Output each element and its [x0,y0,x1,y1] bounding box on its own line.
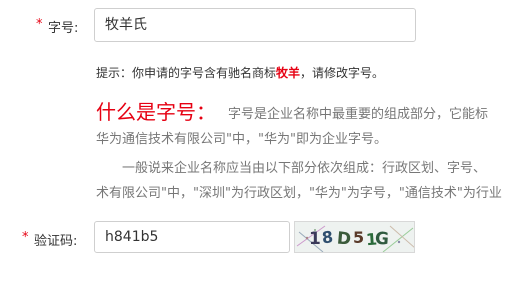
captcha-image-graphic: 1 8 D 5 1 G [295,222,414,252]
svg-text:1: 1 [309,229,321,249]
captcha-input[interactable]: h841b5 [94,221,290,253]
whatis-title: 什么是字号： [96,100,216,124]
hint-suffix: ，请修改字号。 [300,66,385,80]
svg-text:5: 5 [353,228,364,247]
captcha-image[interactable]: 1 8 D 5 1 G [294,221,415,253]
explanation-line-1: 字号是企业名称中最重要的组成部分，它能标 [228,107,489,122]
captcha-field-label: 验证码: [34,234,78,249]
required-mark: * [22,230,29,245]
required-mark: * [36,17,43,32]
explanation-line-2: 华为通信技术有限公司"中，"华为"即为企业字号。 [96,132,387,147]
svg-text:8: 8 [321,227,334,247]
name-input[interactable]: 牧羊氏 [94,8,416,42]
explanation-line-4: 术有限公司"中，"深圳"为行政区划，"华为"为字号，"通信技术"为行业 [96,186,502,201]
hint-keyword: 牧羊 [276,66,301,80]
svg-text:D: D [336,229,352,250]
svg-text:G: G [374,229,389,250]
trademark-hint: 提示：你申请的字号含有驰名商标牧羊，请修改字号。 [96,64,384,81]
explanation-line-3: 一般说来企业名称应当由以下部分依次组成：行政区划、字号、 [122,161,487,176]
name-field-label: 字号: [48,21,79,36]
hint-prefix: 提示：你申请的字号含有驰名商标 [96,66,277,80]
